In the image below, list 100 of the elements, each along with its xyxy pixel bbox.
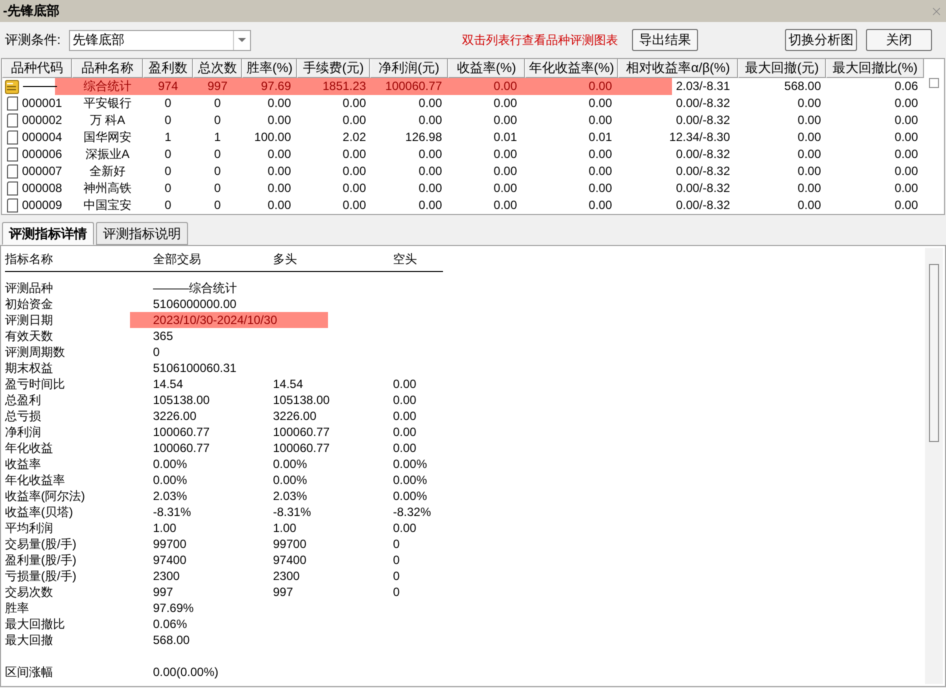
metric-label: 有效天数 (5, 328, 54, 344)
metric-value: 0.00(0.00%) (153, 664, 220, 680)
metric-label: 区间涨幅 (5, 664, 54, 680)
metric-value: -8.31% (153, 504, 192, 520)
scrollbar-track[interactable] (925, 248, 943, 684)
metric-label: 评测周期数 (5, 344, 66, 360)
table-cell: 0.00 (588, 198, 612, 212)
table-cell: 0.00/-8.32 (676, 113, 730, 127)
metric-value: 0 (393, 536, 401, 552)
table-cell: 0.00 (798, 96, 821, 110)
metric-value: 97400 (273, 552, 308, 568)
column-header[interactable]: 手续费(元) (297, 59, 370, 78)
metric-value: 0 (393, 584, 401, 600)
table-cell: 974 (158, 79, 178, 93)
metric-value: 14.54 (153, 376, 184, 392)
toolbar-button[interactable]: 关闭 (866, 29, 932, 51)
metric-value: 97400 (153, 552, 188, 568)
page-icon (6, 96, 19, 111)
metric-label: 收益率(阿尔法) (5, 488, 86, 504)
tab[interactable]: 评测指标说明 (96, 222, 188, 245)
table-cell: 0.00 (588, 79, 612, 93)
metric-value: 0 (393, 568, 401, 584)
toolbar-button[interactable]: 导出结果 (632, 29, 698, 51)
metric-label: 年化收益 (5, 440, 54, 456)
table-cell: 0 (164, 164, 172, 178)
table-cell: 000009 (22, 197, 62, 214)
metric-value: 2300 (153, 568, 181, 584)
table-cell: 0.00 (798, 181, 821, 195)
metric-label: 收益率(贝塔) (5, 504, 74, 520)
metric-label: 平均利润 (5, 520, 54, 536)
metric-value: 0.00% (273, 456, 308, 472)
column-header[interactable]: 品种代码 (2, 59, 72, 78)
metric-value: 105138.00 (273, 392, 331, 408)
metric-value: 2300 (273, 568, 301, 584)
metric-value: 100060.77 (153, 424, 211, 440)
metric-value: 0.00% (153, 456, 188, 472)
table-cell: 0.00/-8.32 (676, 96, 730, 110)
table-cell: 0.00 (494, 198, 517, 212)
condition-dropdown[interactable]: 先锋底部 (68, 30, 251, 50)
metric-value: 0.00% (393, 488, 428, 504)
table-cell: 国华网安 (84, 130, 132, 144)
filter-label: 评测条件: (5, 31, 61, 50)
page-icon (6, 147, 19, 162)
table-cell: 0.00 (588, 96, 612, 110)
table-cell: 100.00 (254, 130, 291, 144)
table-cell: 0.00 (494, 147, 517, 161)
metric-label: 收益率 (5, 456, 42, 472)
metric-value: 100060.77 (153, 440, 211, 456)
metric-value: 0.00 (393, 520, 418, 536)
column-header[interactable]: 最大回撤比(%) (826, 59, 924, 78)
column-header[interactable]: 年化收益率(%) (525, 59, 618, 78)
table-cell: 000001 (22, 95, 62, 112)
metric-value: 0 (153, 344, 161, 360)
column-header[interactable]: 净利润(元) (370, 59, 448, 78)
folder-icon (5, 80, 19, 94)
column-header[interactable]: 品种名称 (72, 59, 143, 78)
table-cell: 0 (164, 96, 172, 110)
table-cell: 0.00 (342, 147, 366, 161)
metric-label: 交易次数 (5, 584, 54, 600)
table-cell: 0.00 (494, 181, 517, 195)
metric-value: 14.54 (273, 376, 304, 392)
page-icon (6, 164, 19, 179)
table-cell: 0.00 (268, 96, 291, 110)
table-cell: 0.00 (418, 113, 442, 127)
table-cell: 1 (214, 130, 221, 144)
metric-value: 105138.00 (153, 392, 211, 408)
metric-value: 5106000000.00 (153, 296, 238, 312)
metric-value: 5106100060.31 (153, 360, 238, 376)
metric-label: 评测品种 (5, 280, 54, 296)
metric-label: 最大回撤比 (5, 616, 66, 632)
table-cell: 0 (214, 147, 221, 161)
metric-value: 0.00 (393, 376, 418, 392)
table-cell: 0.00 (268, 181, 291, 195)
column-header[interactable]: 盈利数 (143, 59, 193, 78)
metric-value: 1.00 (153, 520, 178, 536)
table-cell: 0.00/-8.32 (676, 164, 730, 178)
toolbar-button[interactable]: 切换分析图 (785, 29, 857, 51)
tab[interactable]: 评测指标详情 (2, 222, 94, 245)
table-cell: 000004 (22, 129, 62, 146)
column-header[interactable]: 收益率(%) (448, 59, 525, 78)
metric-label: 净利润 (5, 424, 42, 440)
column-header[interactable]: 胜率(%) (242, 59, 297, 78)
metric-value: 0 (393, 552, 401, 568)
caret-icon (238, 38, 246, 42)
metric-value: 0.00 (393, 392, 418, 408)
column-header[interactable]: 总次数 (193, 59, 242, 78)
table-cell: 0.00/-8.32 (676, 147, 730, 161)
tree-line-icon (23, 85, 57, 88)
table-cell: 0.00 (342, 164, 366, 178)
column-header: 全部交易 (153, 251, 202, 267)
table-cell: 0.00 (494, 164, 517, 178)
column-header[interactable]: 相对收益率α/β(%) (618, 59, 738, 78)
square-icon (929, 78, 939, 88)
column-header[interactable]: 最大回撤(元) (738, 59, 826, 78)
metric-label: 总盈利 (5, 392, 42, 408)
scrollbar-thumb[interactable] (929, 264, 939, 442)
table-cell: 0.00 (268, 113, 291, 127)
metric-value: 997 (153, 584, 174, 600)
table-cell: 0.00 (268, 164, 291, 178)
table-cell: 0.00 (894, 164, 918, 178)
